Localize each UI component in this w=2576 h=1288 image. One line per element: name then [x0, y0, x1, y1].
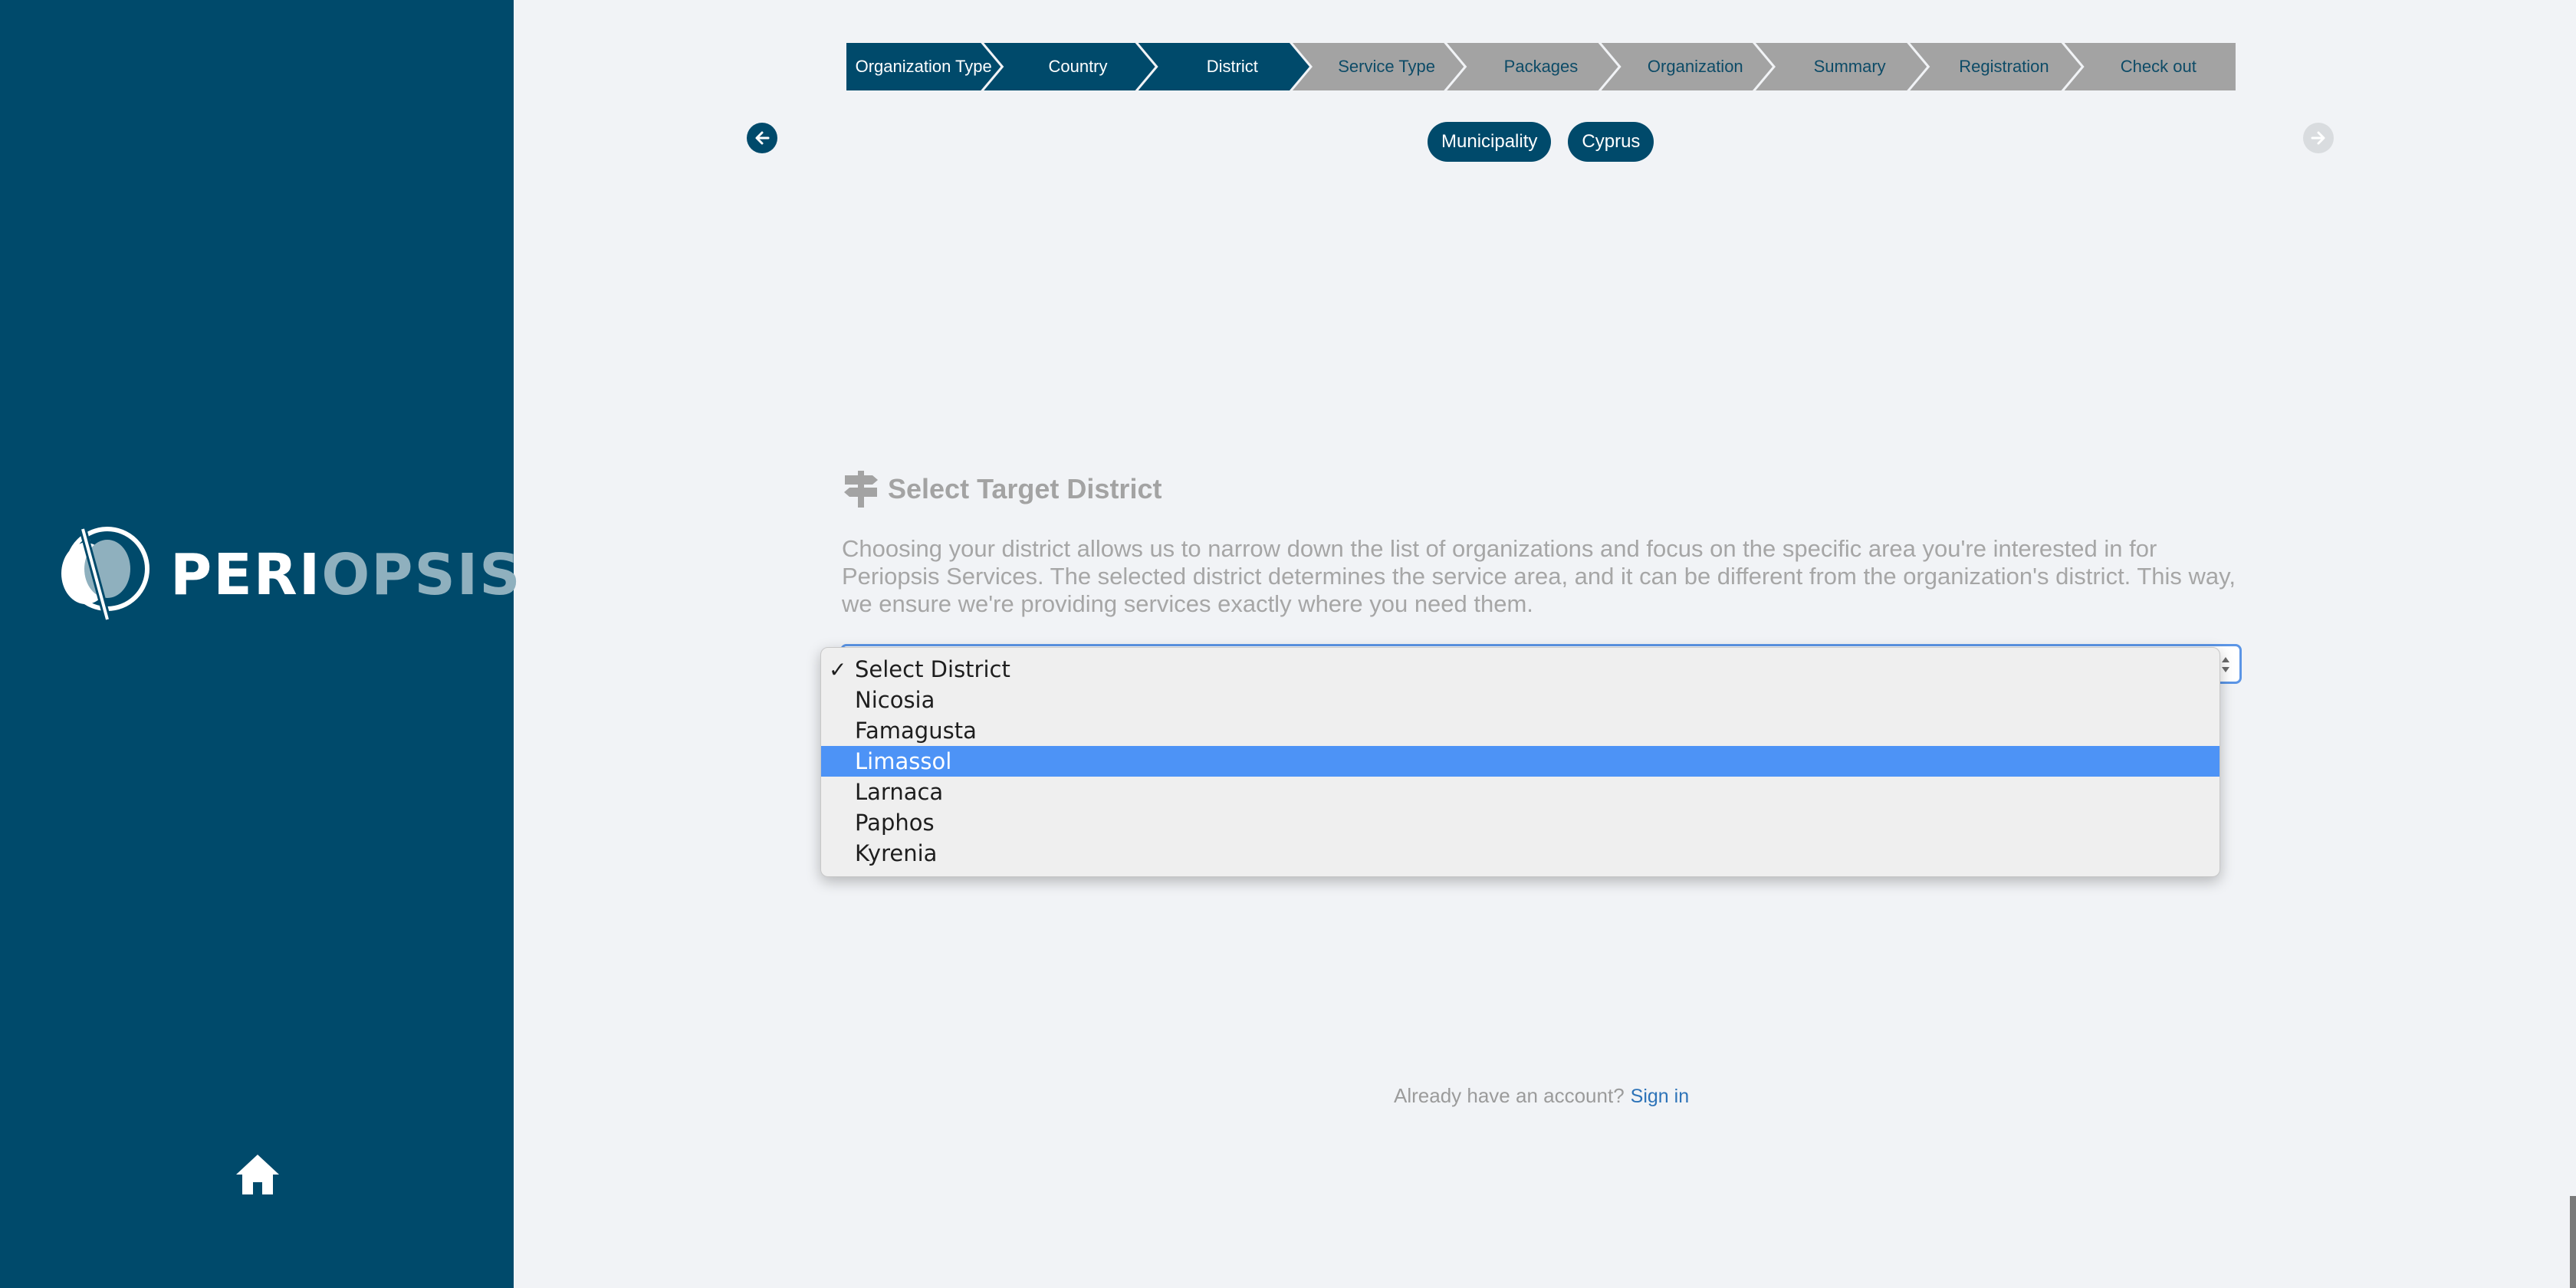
periopsis-logo: PERIOPSIS	[60, 526, 522, 624]
arrow-left-icon	[755, 131, 770, 145]
district-dropdown: ✓ Select District Nicosia Famagusta Lima…	[820, 647, 2220, 877]
step-organization[interactable]: Organization	[1602, 43, 1773, 90]
sidebar: PERIOPSIS	[0, 0, 521, 1288]
step-label: Organization Type	[855, 57, 992, 76]
district-option-famagusta[interactable]: Famagusta	[821, 715, 2220, 746]
signin-prompt: Already have an account? Sign in	[1394, 1084, 1689, 1108]
step-label: Service Type	[1338, 57, 1436, 76]
home-button[interactable]	[233, 1150, 282, 1199]
step-label: Check out	[2120, 57, 2196, 76]
step-label: Registration	[1959, 57, 2049, 76]
step-country[interactable]: Country	[984, 43, 1155, 90]
step-check-out[interactable]: Check out	[2064, 43, 2236, 90]
logo-wordmark: PERIOPSIS	[170, 547, 522, 603]
district-option-larnaca[interactable]: Larnaca	[821, 777, 2220, 807]
selection-chips: Municipality Cyprus	[1428, 122, 1654, 162]
step-label: Packages	[1503, 57, 1579, 76]
option-label: Paphos	[855, 810, 935, 836]
option-label: Kyrenia	[855, 840, 938, 866]
next-step-button[interactable]	[2303, 123, 2334, 153]
step-label: Country	[1048, 57, 1108, 76]
select-stepper-icon	[2222, 657, 2229, 672]
logo-text-peri: PERI	[170, 542, 322, 608]
option-label: Limassol	[855, 748, 952, 774]
logo-text-opsis: OPSIS	[321, 542, 522, 608]
district-option-nicosia[interactable]: Nicosia	[821, 685, 2220, 715]
previous-step-button[interactable]	[747, 123, 777, 153]
step-organization-type[interactable]: Organization Type	[846, 43, 1001, 90]
district-option-paphos[interactable]: Paphos	[821, 807, 2220, 838]
signin-link[interactable]: Sign in	[1631, 1086, 1689, 1107]
signpost-icon	[844, 471, 878, 508]
district-option-limassol[interactable]: Limassol	[821, 746, 2220, 777]
option-label: Nicosia	[855, 687, 935, 713]
step-service-type[interactable]: Service Type	[1293, 43, 1464, 90]
arrow-right-icon	[2311, 131, 2325, 145]
signin-prompt-text: Already have an account?	[1394, 1084, 1625, 1107]
step-label: District	[1206, 57, 1258, 76]
district-option-kyrenia[interactable]: Kyrenia	[821, 838, 2220, 869]
step-summary[interactable]: Summary	[1756, 43, 1927, 90]
step-packages[interactable]: Packages	[1447, 43, 1618, 90]
step-district[interactable]: District	[1138, 43, 1309, 90]
district-option-select[interactable]: ✓ Select District	[821, 654, 2220, 685]
section-title: Select Target District	[842, 469, 1162, 509]
section-description: Choosing your district allows us to narr…	[842, 535, 2236, 617]
step-label: Organization	[1647, 57, 1743, 76]
section-title-text: Select Target District	[888, 473, 1162, 504]
step-label: Summary	[1813, 57, 1886, 76]
chip-country[interactable]: Cyprus	[1568, 122, 1654, 162]
scrollbar-thumb[interactable]	[2570, 1196, 2576, 1288]
home-icon	[236, 1155, 279, 1194]
periopsis-logo-icon	[61, 527, 150, 621]
chip-organization-type[interactable]: Municipality	[1428, 122, 1552, 162]
option-label: Select District	[855, 656, 1010, 682]
step-registration[interactable]: Registration	[1910, 43, 2081, 90]
checkmark-icon: ✓	[829, 656, 847, 682]
progress-stepper: Organization Type Country District Service …	[846, 43, 2236, 90]
option-label: Famagusta	[855, 718, 977, 744]
option-label: Larnaca	[855, 779, 944, 805]
